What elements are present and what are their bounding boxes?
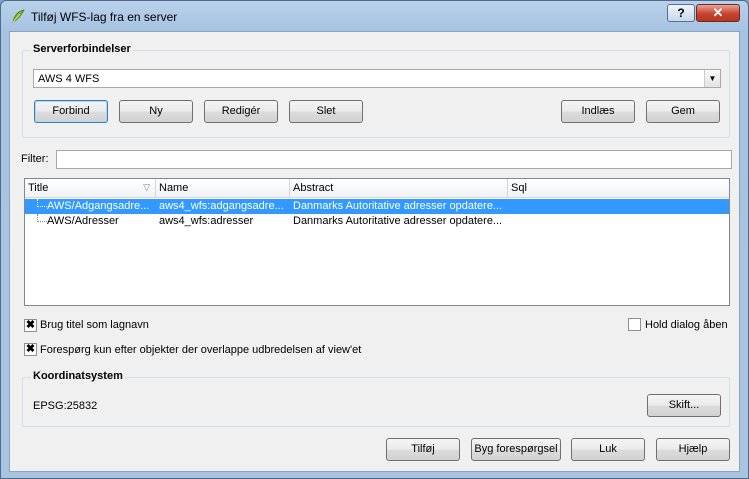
connect-button[interactable]: Forbind <box>34 100 108 123</box>
dialog-body: Serverforbindelser AWS 4 WFS ▼ Forbind N… <box>9 31 740 472</box>
connection-select-value: AWS 4 WFS <box>38 73 100 85</box>
help-button[interactable]: Hjælp <box>656 438 730 461</box>
bbox-filter-checkbox[interactable]: ✖ <box>24 343 37 356</box>
column-header-abstract[interactable]: Abstract <box>290 179 508 198</box>
dialog-window: Tilføj WFS-lag fra en server ? ✕ Serverf… <box>0 0 749 479</box>
filter-label: Filter: <box>21 153 49 165</box>
edit-button[interactable]: Redigér <box>204 100 278 123</box>
cell-name: aws4_wfs:adgangsadre... <box>159 200 284 212</box>
sort-icon: ▽ <box>143 182 150 192</box>
connection-select[interactable]: AWS 4 WFS ▼ <box>33 69 721 88</box>
tree-connector <box>37 199 47 207</box>
cell-name: aws4_wfs:adresser <box>159 215 254 227</box>
column-sql-label: Sql <box>511 182 527 194</box>
change-crs-button[interactable]: Skift... <box>647 394 721 417</box>
delete-button[interactable]: Slet <box>289 100 363 123</box>
crs-value: EPSG:25832 <box>33 400 98 412</box>
table-row[interactable]: AWS/Adresser aws4_wfs:adresser Danmarks … <box>25 214 729 229</box>
server-connections-group: Serverforbindelser AWS 4 WFS ▼ Forbind N… <box>22 43 730 138</box>
filter-input[interactable] <box>56 150 732 169</box>
column-abstract-label: Abstract <box>293 182 334 194</box>
add-button[interactable]: Tilføj <box>386 438 460 461</box>
window-title: Tilføj WFS-lag fra en server <box>31 10 178 24</box>
load-button[interactable]: Indlæs <box>561 100 635 123</box>
qgis-icon <box>12 9 25 23</box>
use-title-checkbox[interactable]: ✖ <box>24 319 37 332</box>
new-button[interactable]: Ny <box>119 100 193 123</box>
column-header-sql[interactable]: Sql <box>508 179 729 198</box>
layer-table[interactable]: Title ▽ Name Abstract Sql AWS/Adgangsadr… <box>24 178 730 306</box>
cell-abstract: Danmarks Autoritative adresser opdatere.… <box>293 200 503 212</box>
crs-group: Koordinatsystem EPSG:25832 Skift... <box>22 370 730 427</box>
column-title-label: Title <box>28 182 49 194</box>
table-header: Title ▽ Name Abstract Sql <box>25 179 729 198</box>
keep-open-label: Hold dialog åben <box>645 319 728 331</box>
column-header-name[interactable]: Name <box>156 179 290 198</box>
tree-connector <box>37 214 47 222</box>
use-title-label: Brug titel som lagnavn <box>40 319 149 331</box>
column-name-label: Name <box>159 182 189 194</box>
close-button[interactable]: Luk <box>571 438 645 461</box>
bbox-filter-label: Forespørg kun efter objekter der overlap… <box>40 344 362 356</box>
cell-title: AWS/Adresser <box>47 215 119 227</box>
title-bar[interactable]: Tilføj WFS-lag fra en server ? ✕ <box>1 1 748 31</box>
save-button[interactable]: Gem <box>646 100 720 123</box>
help-icon[interactable]: ? <box>667 4 695 22</box>
cell-title: AWS/Adgangsadre... <box>47 200 150 212</box>
cell-abstract: Danmarks Autoritative adresser opdatere.… <box>293 215 503 227</box>
server-connections-title: Serverforbindelser <box>31 43 133 55</box>
table-row[interactable]: AWS/Adgangsadre... aws4_wfs:adgangsadre.… <box>25 199 729 214</box>
keep-open-checkbox[interactable] <box>628 318 641 331</box>
build-query-button[interactable]: Byg forespørgsel <box>471 438 561 461</box>
chevron-down-icon[interactable]: ▼ <box>704 70 720 87</box>
column-header-title[interactable]: Title ▽ <box>25 179 156 198</box>
crs-group-title: Koordinatsystem <box>31 370 125 382</box>
close-icon[interactable]: ✕ <box>696 4 740 22</box>
